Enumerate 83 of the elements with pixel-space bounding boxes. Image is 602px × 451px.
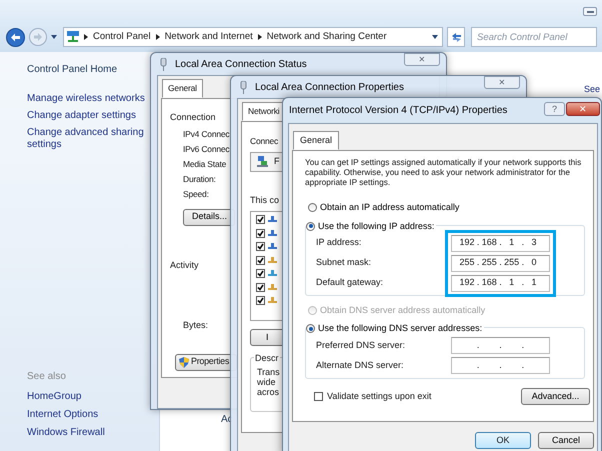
- close-button[interactable]: ✕: [484, 76, 520, 89]
- close-button[interactable]: ✕: [404, 53, 440, 66]
- window-title: Internet Protocol Version 4 (TCP/IPv4) Properties: [289, 104, 508, 118]
- tab[interactable]: General: [162, 79, 203, 98]
- component-icon: [268, 256, 277, 265]
- group-heading: Connection: [170, 111, 216, 124]
- help-button[interactable]: ?: [544, 102, 565, 116]
- plug-icon: [240, 80, 247, 94]
- chevron-icon[interactable]: [84, 34, 88, 40]
- refresh-icon: [450, 32, 462, 42]
- sidebar-link[interactable]: Internet Options: [27, 409, 132, 421]
- ip-address-field[interactable]: . . .: [451, 357, 550, 374]
- component-icon: [268, 215, 277, 224]
- field-label: Speed:: [183, 188, 209, 200]
- section-heading: See also: [27, 370, 67, 384]
- checkbox[interactable]: [256, 242, 265, 252]
- adapter-name: F: [274, 155, 280, 168]
- field-label: Bytes:: [183, 319, 208, 332]
- component-icon: [268, 296, 277, 306]
- minimize-icon[interactable]: [583, 7, 597, 16]
- radio-button[interactable]: Use the following DNS server addresses:: [306, 322, 484, 336]
- checkbox[interactable]: [314, 392, 323, 401]
- back-icon[interactable]: [6, 28, 25, 46]
- field-label: IP address:: [316, 236, 362, 250]
- window-title: Local Area Connection Status: [175, 58, 307, 72]
- dropdown-icon[interactable]: [432, 35, 438, 39]
- checkbox[interactable]: [256, 269, 265, 278]
- ok-button[interactable]: OK: [475, 432, 531, 449]
- tab[interactable]: General: [293, 131, 340, 150]
- checkbox-label: Validate settings upon exit: [327, 390, 432, 403]
- group-heading: Activity: [170, 258, 199, 272]
- description-line: Trans: [257, 367, 280, 378]
- field-label: Alternate DNS server:: [316, 358, 404, 372]
- component-icon: [268, 228, 277, 238]
- ip-address-field[interactable]: 192 . 168 . 1 . 1: [451, 274, 550, 292]
- checkbox[interactable]: [256, 256, 265, 265]
- advanced-button[interactable]: Advanced...: [521, 388, 590, 405]
- search-field[interactable]: Search Control Panel: [471, 27, 597, 47]
- sidebar-link[interactable]: Windows Firewall: [27, 427, 132, 439]
- plug-icon: [160, 58, 167, 70]
- field-label: Media State: [183, 158, 226, 170]
- network-adapter-icon: [257, 156, 268, 168]
- field-label: Preferred DNS server:: [316, 338, 406, 352]
- checkbox[interactable]: [256, 228, 265, 238]
- field-label: Subnet mask:: [316, 256, 372, 270]
- component-icon: [268, 242, 277, 252]
- cancel-button[interactable]: Cancel: [538, 432, 594, 449]
- field-label: IPv6 Connec: [183, 144, 230, 154]
- home-link[interactable]: Control Panel Home: [27, 62, 132, 77]
- address-bar[interactable]: Control Panel Network and Internet Network and Sharing Center: [63, 27, 443, 47]
- field-label: Connec: [250, 135, 278, 148]
- radio-button[interactable]: Obtain an IP address automatically: [308, 201, 460, 214]
- refresh-button[interactable]: [447, 27, 465, 47]
- sidebar-link[interactable]: Manage wireless networks: [27, 93, 153, 105]
- component-icon: [268, 269, 277, 278]
- window-title: Local Area Connection Properties: [255, 80, 404, 94]
- description-line: acros: [257, 387, 280, 398]
- sidebar-link[interactable]: Change advanced sharing settings: [27, 127, 153, 151]
- breadcrumb[interactable]: Network and Internet: [164, 30, 253, 44]
- chevron-icon[interactable]: [258, 34, 262, 40]
- ip-address-field[interactable]: 192 . 168 . 1 . 3: [451, 234, 550, 252]
- field-label: IPv4 Connec: [183, 128, 230, 140]
- ip-address-field[interactable]: . . .: [451, 337, 550, 354]
- sidebar-link[interactable]: Change adapter settings: [27, 110, 153, 122]
- field-label: This co: [250, 194, 280, 207]
- ip-address-field[interactable]: 255 . 255 . 255 . 0: [451, 254, 550, 272]
- dropdown-icon[interactable]: [51, 35, 57, 39]
- intro-text: You can get IP settings assigned automatically if your network supports this capability. Otherwise, you need to ask your network administrator for the appropriate IP settings.: [305, 157, 582, 187]
- checkbox[interactable]: [256, 296, 265, 306]
- checkbox[interactable]: [256, 215, 265, 224]
- checkbox[interactable]: [256, 282, 265, 292]
- shield-icon: [179, 356, 189, 368]
- breadcrumb[interactable]: Control Panel: [93, 30, 151, 44]
- field-label: Duration:: [183, 174, 216, 184]
- chevron-icon[interactable]: [156, 34, 160, 40]
- description-line: wide: [257, 377, 276, 388]
- network-icon: [67, 31, 79, 43]
- radio-button[interactable]: Use the following IP address:: [306, 220, 436, 233]
- field-label: Default gateway:: [316, 276, 384, 290]
- see-link[interactable]: See: [584, 84, 600, 94]
- sidebar-link[interactable]: HomeGroup: [27, 391, 132, 403]
- breadcrumb[interactable]: Network and Sharing Center: [266, 30, 387, 44]
- component-icon: [268, 282, 277, 292]
